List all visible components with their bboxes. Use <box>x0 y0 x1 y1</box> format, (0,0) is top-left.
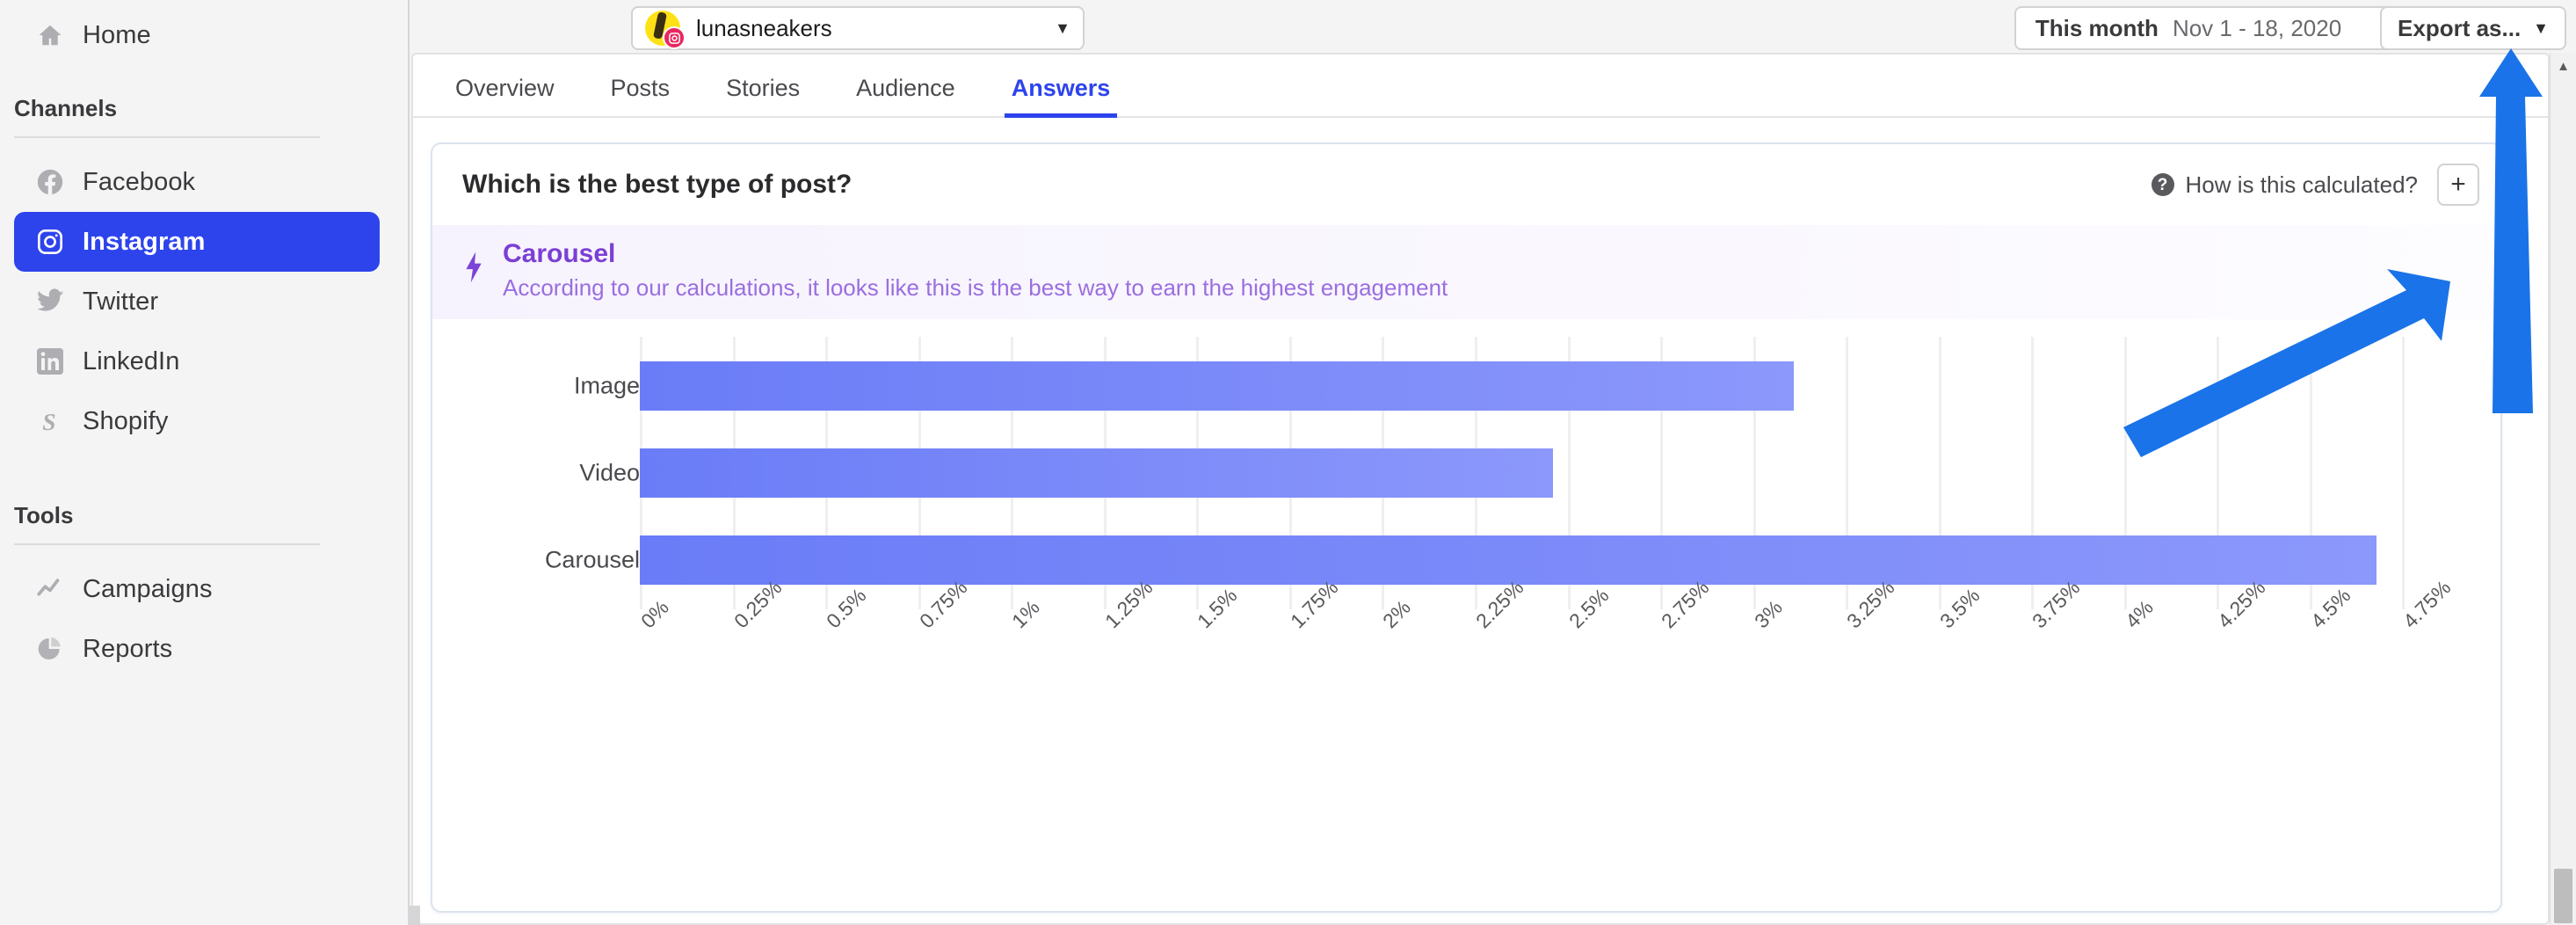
scroll-up-arrow-icon[interactable]: ▲ <box>2551 53 2576 79</box>
sidebar-item-home-label: Home <box>83 20 151 49</box>
chart-bar[interactable] <box>640 361 1795 411</box>
date-range-label: Nov 1 - 18, 2020 <box>2172 14 2342 41</box>
card-header: Which is the best type of post? ? How is… <box>432 144 2500 225</box>
tab-posts[interactable]: Posts <box>583 75 699 116</box>
shopify-icon: S <box>30 406 70 436</box>
linkedin-icon <box>30 348 70 375</box>
chart-category-label: Video <box>579 459 640 486</box>
horizontal-scrollbar-stub[interactable] <box>410 906 420 925</box>
date-range-picker[interactable]: This month Nov 1 - 18, 2020 ▼ <box>2014 6 2413 50</box>
how-is-this-calculated-link[interactable]: ? How is this calculated? <box>2151 171 2418 199</box>
chart-plot-area <box>640 337 2495 609</box>
sidebar-item-linkedin[interactable]: LinkedIn <box>14 331 380 391</box>
trend-line-icon <box>30 574 70 604</box>
facebook-icon <box>30 167 70 197</box>
card-header-actions: ? How is this calculated? + <box>2151 164 2479 206</box>
tab-audience[interactable]: Audience <box>828 75 983 116</box>
sidebar-item-shopify[interactable]: S Shopify <box>14 391 380 451</box>
sidebar-item-linkedin-label: LinkedIn <box>83 346 180 375</box>
chevron-down-icon: ▼ <box>1055 18 1070 37</box>
twitter-icon <box>30 287 70 317</box>
sidebar-divider-channels <box>14 136 320 138</box>
sidebar-heading-tools: Tools <box>14 502 74 528</box>
account-name: lunasneakers <box>696 14 832 41</box>
chart-bar[interactable] <box>640 535 2376 586</box>
avatar <box>645 11 686 49</box>
export-as-label: Export as... <box>2398 14 2522 41</box>
account-selector[interactable]: lunasneakers ▼ <box>631 6 1085 50</box>
answer-card: Which is the best type of post? ? How is… <box>431 142 2502 913</box>
tab-answers[interactable]: Answers <box>983 75 1139 118</box>
chart-bar[interactable] <box>640 448 1553 498</box>
add-card-button[interactable]: + <box>2437 164 2479 206</box>
sidebar-item-twitter[interactable]: Twitter <box>14 272 380 331</box>
instagram-icon <box>30 228 70 256</box>
card-title: Which is the best type of post? <box>462 170 853 199</box>
question-mark-icon: ? <box>2151 173 2174 196</box>
home-icon <box>30 22 70 48</box>
sidebar-item-home[interactable]: Home <box>14 5 380 65</box>
bar-chart: Image Video Carousel 0% 0.25% 0.5% 0.75% 1% 1.2… <box>432 319 2500 687</box>
sidebar-item-campaigns-label: Campaigns <box>83 574 213 603</box>
insight-banner: Carousel According to our calculations, … <box>432 225 2500 319</box>
instagram-badge-icon <box>663 26 686 49</box>
sidebar-item-facebook-label: Facebook <box>83 167 196 196</box>
app-root: Home Channels Facebook Instagram Twitter… <box>0 0 2576 925</box>
chart-gridline <box>2402 337 2405 609</box>
sidebar-item-reports-label: Reports <box>83 634 173 663</box>
sidebar-item-instagram-label: Instagram <box>83 227 206 256</box>
chart-category-label: Carousel <box>544 546 640 573</box>
chart-x-axis-ticks: 0% 0.25% 0.5% 0.75% 1% 1.25% 1.5% 1.75% 2% 2.25% 2… <box>636 576 2495 688</box>
sidebar-item-facebook[interactable]: Facebook <box>14 152 380 212</box>
content-panel: Overview Posts Stories Audience Answers … <box>411 53 2550 925</box>
vertical-scrollbar-thumb[interactable] <box>2554 869 2572 923</box>
vertical-scrollbar[interactable]: ▲ <box>2550 53 2576 925</box>
svg-text:S: S <box>42 408 55 435</box>
pie-chart-icon <box>30 635 70 663</box>
sidebar-item-campaigns[interactable]: Campaigns <box>14 559 380 619</box>
sidebar-item-twitter-label: Twitter <box>83 287 159 316</box>
tab-stories[interactable]: Stories <box>698 75 828 116</box>
sidebar-heading-channels: Channels <box>14 95 118 121</box>
sidebar-item-shopify-label: Shopify <box>83 406 169 435</box>
chart-category-label: Image <box>573 372 640 399</box>
chart-category-labels: Image Video Carousel <box>432 319 640 609</box>
insight-subtitle: According to our calculations, it looks … <box>503 274 1448 301</box>
export-as-button[interactable]: Export as... ▼ <box>2380 6 2566 50</box>
lightning-bolt-icon <box>462 250 485 291</box>
insight-title: Carousel <box>503 239 616 268</box>
tab-overview[interactable]: Overview <box>427 75 583 116</box>
sidebar-item-reports[interactable]: Reports <box>14 619 380 679</box>
date-preset-label: This month <box>2035 14 2159 41</box>
sidebar: Home Channels Facebook Instagram Twitter… <box>0 0 410 925</box>
sidebar-divider-tools <box>14 543 320 545</box>
chevron-down-icon: ▼ <box>2533 18 2549 37</box>
tab-bar: Overview Posts Stories Audience Answers <box>413 55 2548 118</box>
how-is-this-calculated-label: How is this calculated? <box>2185 171 2418 198</box>
sidebar-item-instagram[interactable]: Instagram <box>14 212 380 272</box>
